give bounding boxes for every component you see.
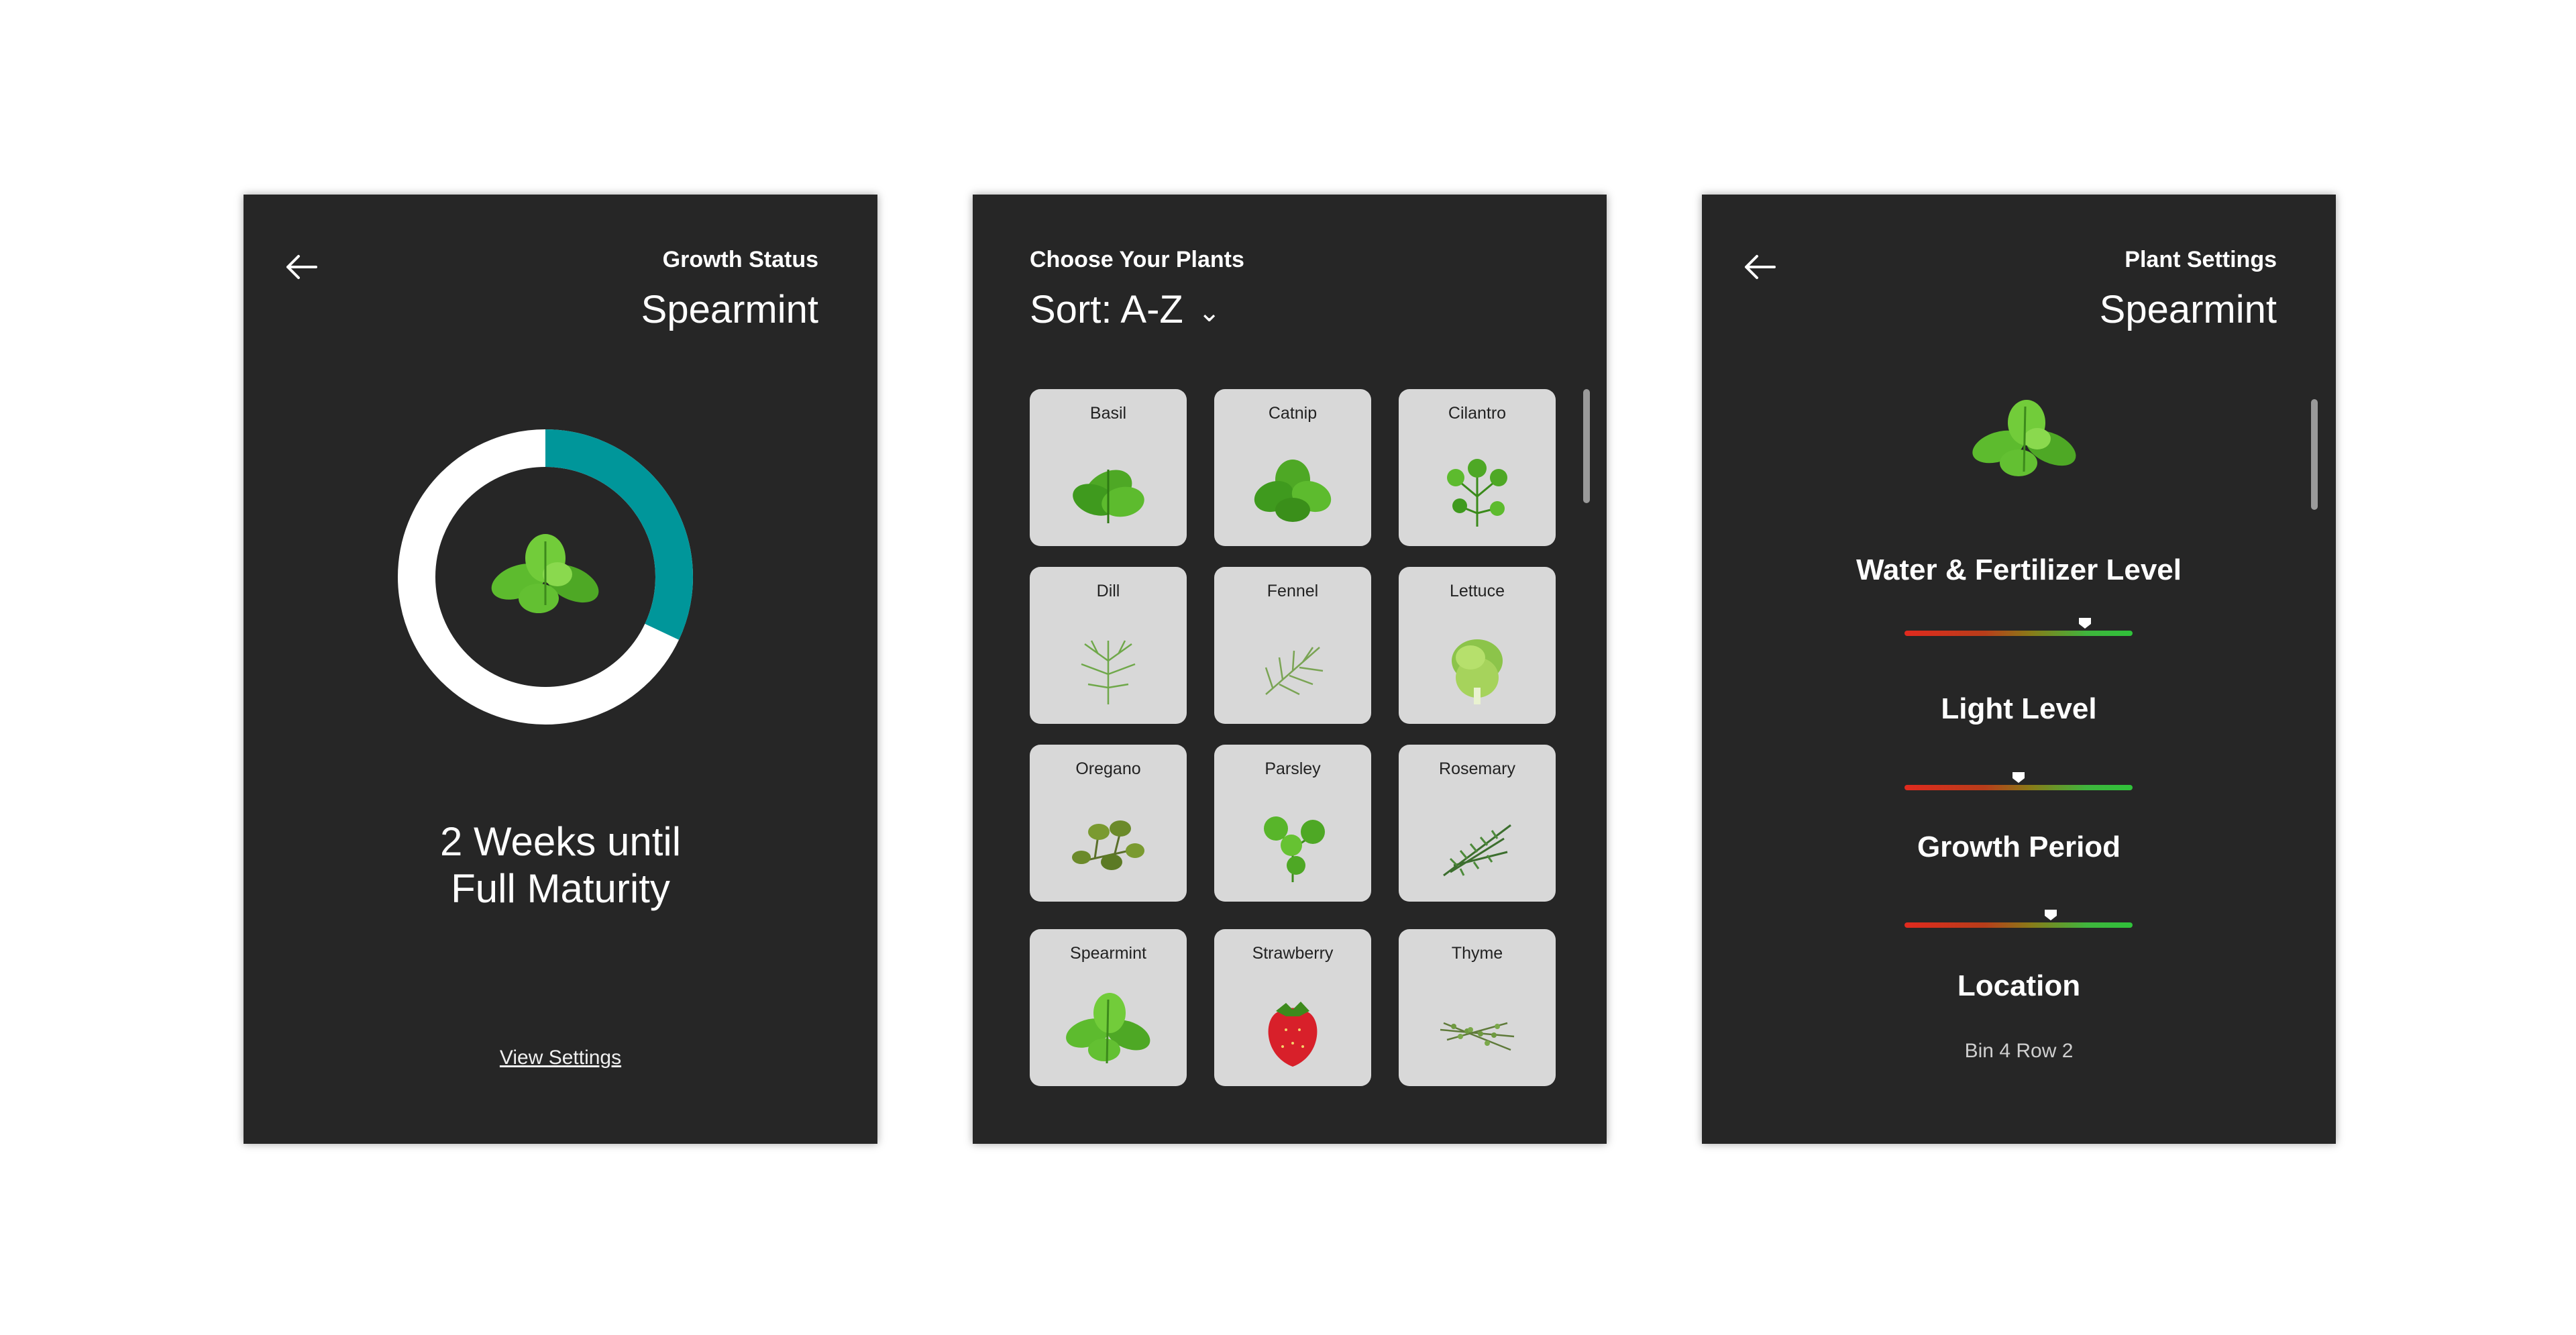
screen-title: Choose Your Plants [1030, 247, 1244, 272]
sort-label: Sort: A-Z [1030, 288, 1183, 331]
spearmint-icon [1066, 993, 1150, 1064]
dill-icon [1081, 640, 1136, 704]
location-value: Bin 4 Row 2 [1964, 1040, 2074, 1062]
plant-tile-label: Oregano [1075, 759, 1141, 778]
plant-tile-strawberry[interactable]: Strawberry [1214, 929, 1371, 1086]
slider-thumb-icon[interactable] [2012, 771, 2025, 784]
chevron-down-icon: ⌄ [1197, 297, 1221, 327]
slider-thumb-icon[interactable] [2078, 617, 2092, 629]
cilantro-leaf-icon [1447, 459, 1507, 527]
thyme-icon [1440, 1022, 1515, 1051]
plant-tile-cilantro[interactable]: Cilantro [1399, 389, 1556, 546]
growth-period-label: Growth Period [1917, 831, 2121, 863]
scrollbar[interactable] [1583, 389, 1590, 503]
plant-tile-thyme[interactable]: Thyme [1399, 929, 1556, 1086]
plant-tile-lettuce[interactable]: Lettuce [1399, 567, 1556, 724]
view-settings-link[interactable]: View Settings [244, 1047, 877, 1069]
plant-tile-catnip[interactable]: Catnip [1214, 389, 1371, 546]
strawberry-icon [1268, 1002, 1318, 1067]
plant-tile-basil[interactable]: Basil [1030, 389, 1187, 546]
light-level-label: Light Level [1941, 692, 2097, 725]
catnip-leaf-icon [1254, 460, 1332, 522]
fennel-icon [1265, 647, 1324, 696]
plant-tile-label: Rosemary [1439, 759, 1515, 778]
location-label: Location [1957, 969, 2081, 1002]
oregano-icon [1072, 820, 1144, 870]
plant-tile-spearmint[interactable]: Spearmint [1030, 929, 1187, 1086]
growth-progress-ring [398, 429, 693, 725]
basil-leaf-icon [1073, 470, 1144, 523]
plant-settings-screen: Plant Settings Spearmint Water & Fertili… [1702, 195, 2336, 1144]
plant-tile-rosemary[interactable]: Rosemary [1399, 745, 1556, 902]
screen-title: Plant Settings [2125, 247, 2277, 272]
growth-status-screen: Growth Status Spearmint 2 Weeks until Fu… [244, 195, 877, 1144]
water-fertilizer-slider[interactable] [1904, 618, 2133, 636]
plant-tile-label: Basil [1089, 404, 1127, 423]
light-level-slider[interactable] [1904, 772, 2133, 790]
slider-thumb-icon[interactable] [2044, 909, 2057, 921]
maturity-text: 2 Weeks until Full Maturity [244, 818, 877, 912]
screen-title: Growth Status [662, 247, 818, 272]
plant-tile-label: Fennel [1267, 582, 1319, 600]
plant-tile-label: Strawberry [1252, 944, 1334, 963]
parsley-icon [1264, 816, 1325, 882]
plant-tile-oregano[interactable]: Oregano [1030, 745, 1187, 902]
plant-tile-label: Cilantro [1448, 404, 1507, 423]
plant-name: Spearmint [2099, 288, 2277, 331]
choose-plants-screen: Choose Your Plants Sort: A-Z ⌄ Basil Catni… [973, 195, 1607, 1144]
plant-tile-label: Dill [1096, 582, 1120, 600]
water-fertilizer-label: Water & Fertilizer Level [1856, 553, 2182, 586]
plant-tile-label: Parsley [1265, 759, 1321, 778]
plant-tile-label: Lettuce [1449, 582, 1505, 600]
sort-dropdown[interactable]: Sort: A-Z ⌄ [1030, 287, 1220, 332]
back-arrow-icon[interactable] [1741, 248, 1778, 286]
spearmint-icon [1972, 400, 2076, 476]
maturity-line-1: 2 Weeks until [439, 819, 682, 864]
plant-tile-dill[interactable]: Dill [1030, 567, 1187, 724]
back-arrow-icon[interactable] [282, 248, 320, 286]
plant-tile-fennel[interactable]: Fennel [1214, 567, 1371, 724]
plant-tile-label: Spearmint [1070, 944, 1146, 963]
lettuce-icon [1452, 639, 1503, 704]
growth-period-slider[interactable] [1904, 910, 2133, 928]
plant-name: Spearmint [641, 288, 818, 331]
plant-tile-label: Catnip [1268, 404, 1318, 423]
scrollbar[interactable] [2311, 399, 2318, 510]
rosemary-icon [1443, 824, 1511, 877]
plant-tile-parsley[interactable]: Parsley [1214, 745, 1371, 902]
maturity-line-2: Full Maturity [451, 866, 670, 911]
spearmint-icon [491, 534, 599, 613]
plant-tile-label: Thyme [1451, 944, 1503, 963]
